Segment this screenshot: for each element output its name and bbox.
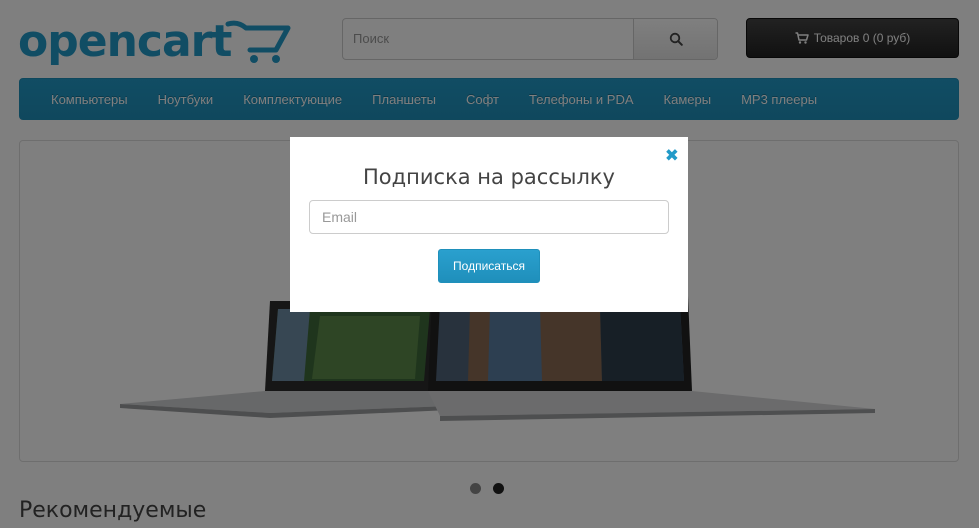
email-field[interactable] bbox=[309, 200, 669, 234]
subscribe-button[interactable]: Подписаться bbox=[438, 249, 540, 283]
newsletter-modal: ✖ Подписка на рассылку Подписаться bbox=[290, 137, 688, 312]
close-icon[interactable]: ✖ bbox=[665, 147, 679, 164]
modal-title: Подписка на рассылку bbox=[363, 165, 615, 189]
